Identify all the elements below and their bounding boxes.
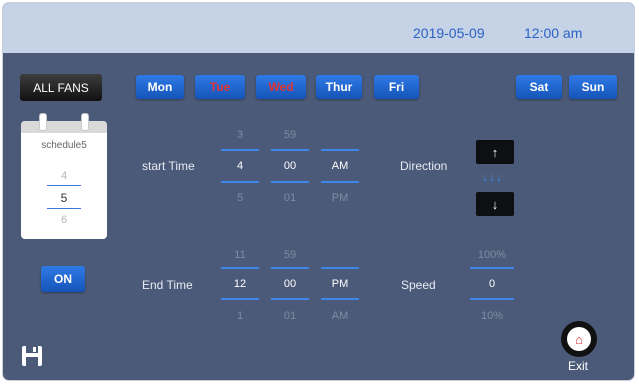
day-sun-button[interactable]: Sun — [569, 75, 617, 99]
picker-line — [321, 181, 359, 183]
picker-line — [221, 181, 259, 183]
picker-line — [221, 298, 259, 300]
schedule-prev: 4 — [60, 170, 68, 182]
start-ampm-value[interactable]: AM — [321, 160, 359, 172]
day-wed-button[interactable]: Wed — [256, 75, 306, 99]
schedule-next: 6 — [60, 214, 68, 226]
end-hour-next: 1 — [236, 310, 244, 322]
picker-line — [321, 267, 359, 269]
home-icon: ⌂ — [567, 327, 591, 351]
picker-line — [321, 149, 359, 151]
calendar-header — [21, 121, 107, 133]
calendar-ring-icon — [81, 113, 89, 131]
end-hour-prev: 11 — [234, 249, 246, 261]
day-sat-button[interactable]: Sat — [516, 75, 562, 99]
start-minute-value[interactable]: 00 — [271, 160, 309, 172]
end-ampm-value[interactable]: PM — [321, 278, 359, 290]
start-minute-next: 01 — [283, 192, 297, 204]
picker-line — [470, 298, 514, 300]
start-time-label: start Time — [142, 159, 195, 173]
direction-label: Direction — [400, 159, 448, 173]
schedule-name: schedule5 — [41, 140, 87, 151]
schedule-divider — [47, 208, 81, 209]
schedule-card[interactable]: schedule5 4 5 6 — [21, 113, 107, 239]
schedule-divider — [47, 185, 81, 186]
all-fans-button[interactable]: ALL FANS — [20, 74, 102, 101]
date-display: 2019-05-09 — [413, 25, 485, 41]
picker-line — [221, 149, 259, 151]
picker-line — [470, 267, 514, 269]
day-mon-button[interactable]: Mon — [136, 75, 184, 99]
day-fri-button[interactable]: Fri — [374, 75, 419, 99]
exit-button[interactable]: ⌂ — [561, 321, 597, 357]
start-hour-next: 5 — [236, 192, 244, 204]
speed-label: Speed — [401, 278, 436, 292]
picker-line — [321, 298, 359, 300]
start-hour-value[interactable]: 4 — [221, 160, 259, 172]
end-hour-value[interactable]: 12 — [221, 278, 259, 290]
start-ampm-next: PM — [331, 192, 349, 204]
direction-down-button[interactable]: ↓ — [476, 192, 514, 216]
speed-value[interactable]: 0 — [470, 278, 514, 290]
end-minute-next: 01 — [283, 310, 297, 322]
picker-line — [271, 181, 309, 183]
day-thur-button[interactable]: Thur — [316, 75, 362, 99]
arrow-up-icon: ↑ — [491, 144, 499, 160]
day-tue-button[interactable]: Tue — [195, 75, 245, 99]
speed-prev: 100% — [477, 249, 507, 261]
control-panel: 2019-05-09 12:00 am ALL FANS Mon Tue Wed… — [3, 3, 634, 380]
status-bar: 2019-05-09 12:00 am — [3, 3, 634, 53]
end-time-label: End Time — [142, 278, 193, 292]
start-hour-prev: 3 — [236, 129, 244, 141]
start-minute-prev: 59 — [283, 129, 297, 141]
calendar-ring-icon — [39, 113, 47, 131]
arrow-down-icon: ↓ — [491, 196, 499, 212]
schedule-current[interactable]: 5 — [21, 191, 107, 205]
time-display: 12:00 am — [524, 25, 583, 41]
picker-line — [271, 149, 309, 151]
end-minute-prev: 59 — [283, 249, 297, 261]
airflow-down-icon: ↓↓↓ — [482, 170, 503, 184]
end-ampm-next: AM — [331, 310, 349, 322]
picker-line — [271, 298, 309, 300]
speed-next: 10% — [480, 310, 504, 322]
save-icon[interactable] — [21, 345, 43, 367]
on-toggle-button[interactable]: ON — [41, 266, 85, 292]
end-minute-value[interactable]: 00 — [271, 278, 309, 290]
picker-line — [221, 267, 259, 269]
exit-label: Exit — [568, 359, 589, 373]
picker-line — [271, 267, 309, 269]
direction-up-button[interactable]: ↑ — [476, 140, 514, 164]
